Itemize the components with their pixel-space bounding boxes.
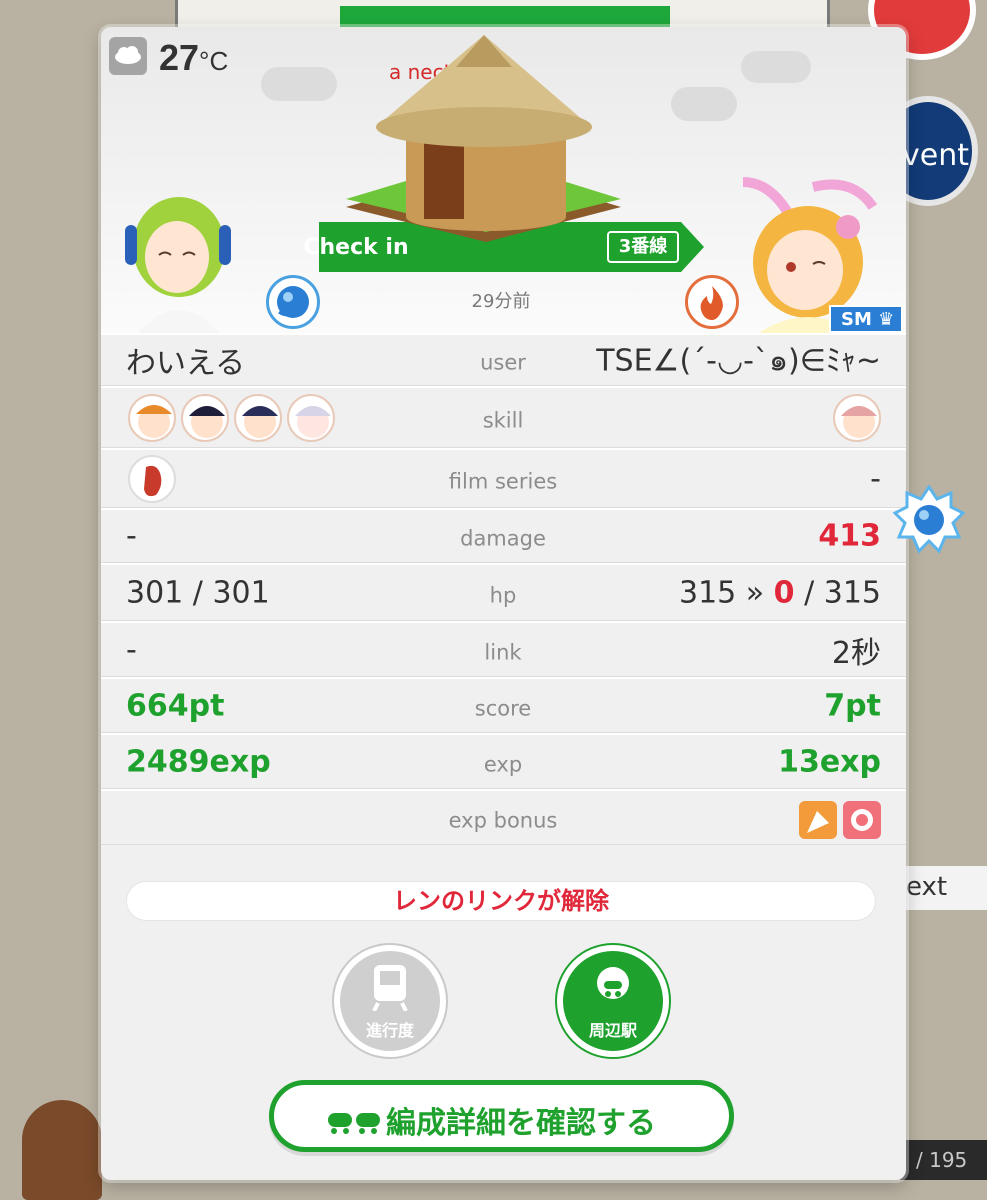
background-counter: / 195 bbox=[900, 1140, 987, 1180]
table-row-hp: 301 / 301 hp 315 » 0 / 315 bbox=[101, 563, 906, 621]
skill-icons-left bbox=[128, 394, 335, 442]
film-series-right: - bbox=[870, 461, 881, 496]
row-label-link: link bbox=[484, 639, 522, 664]
progress-label: 進行度 bbox=[365, 1021, 414, 1040]
hp-after-zero: 0 bbox=[773, 575, 795, 610]
cloud-decoration bbox=[671, 87, 737, 121]
station-hut-image bbox=[346, 35, 621, 242]
formation-icon bbox=[328, 1113, 380, 1134]
cloud-decoration bbox=[741, 51, 811, 83]
link-released-notice: レンのリンクが解除 bbox=[126, 881, 876, 921]
skill-character-icon[interactable] bbox=[234, 394, 282, 442]
fire-icon bbox=[685, 275, 739, 329]
table-row-exp: 2489exp exp 13exp bbox=[101, 733, 906, 789]
hp-max: / 315 bbox=[794, 575, 881, 610]
hp-before: 315 » bbox=[678, 575, 774, 610]
hp-left: 301 / 301 bbox=[126, 575, 270, 610]
row-label-skill: skill bbox=[482, 407, 524, 432]
row-label-score: score bbox=[474, 695, 532, 720]
table-row-user: わいえる user TSE∠(´-◡-`๑)∈ﾐｬ~ bbox=[101, 333, 906, 386]
film-series-icon bbox=[128, 455, 176, 503]
nearby-stations-label: 周辺駅 bbox=[588, 1021, 637, 1040]
score-left: 664pt bbox=[126, 688, 225, 723]
station-marker-icon bbox=[597, 967, 629, 999]
skill-character-icon[interactable] bbox=[287, 394, 335, 442]
row-label-exp: exp bbox=[483, 751, 523, 776]
row-label-user: user bbox=[480, 350, 526, 375]
weather-icon bbox=[109, 37, 147, 75]
row-label-hp: hp bbox=[489, 582, 517, 607]
train-icon bbox=[372, 965, 408, 1011]
exp-bonus-icons bbox=[799, 801, 881, 839]
hp-right: 315 » 0 / 315 bbox=[679, 575, 881, 610]
flower-badge-icon bbox=[843, 801, 881, 839]
temperature-value: 27 bbox=[159, 37, 200, 78]
damage-right: 413 bbox=[818, 518, 881, 554]
table-row-damage: - damage 413 bbox=[101, 508, 906, 563]
user-left: わいえる bbox=[126, 346, 246, 381]
time-ago: 29分前 bbox=[471, 291, 531, 312]
view-formation-button[interactable]: 編成詳細を確認する bbox=[269, 1080, 734, 1152]
background-character bbox=[22, 1100, 102, 1200]
result-table: わいえる user TSE∠(´-◡-`๑)∈ﾐｬ~ skill film se… bbox=[101, 333, 906, 845]
table-row-film-series: film series - bbox=[101, 448, 906, 508]
progress-button[interactable]: 進行度 bbox=[334, 945, 446, 1057]
counter-label: / 195 bbox=[916, 1148, 968, 1172]
skill-character-icon[interactable] bbox=[128, 394, 176, 442]
table-row-exp-bonus: exp bonus bbox=[101, 789, 906, 845]
score-right: 7pt bbox=[824, 688, 881, 723]
temperature-unit: °C bbox=[199, 46, 229, 76]
skill-character-icon[interactable] bbox=[833, 394, 881, 442]
view-formation-label: 編成詳細を確認する bbox=[386, 1106, 656, 1141]
exp-left: 2489exp bbox=[126, 744, 271, 779]
event-label: vent bbox=[902, 138, 969, 173]
nearby-stations-button[interactable]: 周辺駅 bbox=[557, 945, 669, 1057]
row-label-exp-bonus: exp bonus bbox=[448, 807, 558, 832]
battle-result-dialog: 27°C a nect Check in 3番線 29分前 SM ♛ わいえる … bbox=[101, 27, 906, 1180]
damage-left: - bbox=[126, 518, 137, 554]
next-button[interactable]: ext bbox=[900, 866, 987, 910]
water-drop-icon bbox=[266, 275, 320, 329]
rank-badge-label: SM bbox=[841, 309, 872, 330]
table-row-skill: skill bbox=[101, 386, 906, 448]
table-row-score: 664pt score 7pt bbox=[101, 677, 906, 733]
exp-right: 13exp bbox=[778, 744, 881, 779]
party-popper-icon bbox=[799, 801, 837, 839]
link-right: 2秒 bbox=[831, 635, 881, 671]
row-label-damage: damage bbox=[460, 526, 546, 551]
next-label: ext bbox=[906, 872, 948, 902]
user-right: TSE∠(´-◡-`๑)∈ﾐｬ~ bbox=[596, 343, 881, 379]
link-left: - bbox=[126, 632, 137, 667]
table-row-link: - link 2秒 bbox=[101, 621, 906, 677]
row-label-film-series: film series bbox=[448, 468, 558, 493]
rank-badge: SM ♛ bbox=[829, 305, 903, 333]
result-header: 27°C a nect Check in 3番線 29分前 SM ♛ bbox=[101, 27, 906, 337]
skill-character-icon[interactable] bbox=[181, 394, 229, 442]
water-hit-badge bbox=[893, 485, 965, 554]
cloud-decoration bbox=[261, 67, 337, 101]
player-avatar-left bbox=[125, 197, 231, 335]
temperature: 27°C bbox=[159, 37, 228, 79]
